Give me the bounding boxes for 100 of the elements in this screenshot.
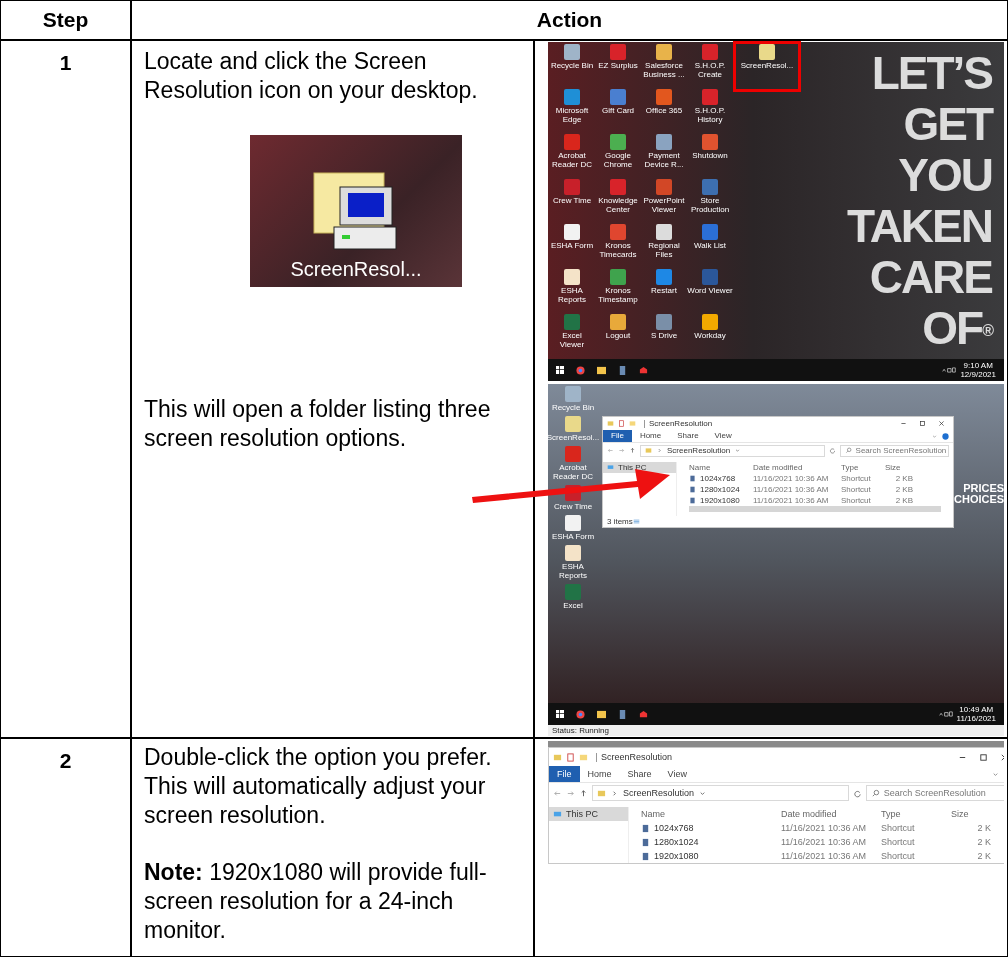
- file-name[interactable]: 1024x768: [641, 823, 781, 833]
- horizontal-scrollbar[interactable]: [689, 506, 941, 512]
- file-name[interactable]: 1280x1024: [689, 485, 753, 494]
- app-icon[interactable]: [702, 89, 718, 105]
- app-icon[interactable]: [610, 89, 626, 105]
- back-arrow-icon: [607, 447, 614, 454]
- app-icon[interactable]: [610, 224, 626, 240]
- icon-label: Word Viewer: [687, 286, 733, 295]
- checklist-icon: [618, 420, 625, 427]
- checklist-icon: [566, 752, 575, 762]
- column-header[interactable]: Name: [689, 463, 753, 472]
- app-icon[interactable]: [702, 179, 718, 195]
- folder-icon: [579, 752, 588, 762]
- app-icon[interactable]: [610, 314, 626, 330]
- file-type: Shortcut: [841, 496, 872, 505]
- chevron-right-icon: [656, 447, 663, 454]
- box-icon: [639, 709, 648, 719]
- app-icon[interactable]: [565, 386, 581, 402]
- app-icon[interactable]: [702, 269, 718, 285]
- app-icon[interactable]: [565, 545, 581, 561]
- ribbon-tab[interactable]: File: [603, 430, 632, 442]
- icon-label: Kronos Timestamp: [597, 286, 639, 304]
- file-size: 2 KB: [894, 485, 913, 494]
- column-header[interactable]: Size: [885, 463, 913, 472]
- icon-label: Acrobat Reader DC: [551, 151, 593, 169]
- app-icon[interactable]: [564, 269, 580, 285]
- column-header[interactable]: Date modified: [753, 463, 841, 472]
- app-icon[interactable]: [564, 179, 580, 195]
- ribbon-tab[interactable]: Home: [579, 766, 620, 782]
- app-icon[interactable]: [564, 314, 580, 330]
- ribbon-tab[interactable]: View: [706, 430, 740, 442]
- wallpaper-slogan: GET: [903, 99, 992, 150]
- icon-label: Regional Files: [647, 241, 681, 259]
- column-header[interactable]: Type: [841, 463, 885, 472]
- nav-item[interactable]: This PC: [549, 807, 628, 821]
- app-icon[interactable]: [564, 89, 580, 105]
- app-icon[interactable]: [656, 134, 672, 150]
- app-icon[interactable]: [564, 224, 580, 240]
- app-icon[interactable]: [565, 416, 581, 432]
- app-icon[interactable]: [564, 44, 580, 60]
- icon-label: EZ Surplus: [598, 61, 638, 70]
- app-icon[interactable]: [656, 44, 672, 60]
- wallpaper-slogan: TAKEN: [846, 201, 992, 252]
- app-icon[interactable]: [702, 314, 718, 330]
- file-name[interactable]: 1920x1080: [641, 851, 781, 861]
- ribbon-tab[interactable]: Share: [619, 766, 660, 782]
- up-arrow-icon: [579, 788, 588, 798]
- window-title: ScreenResolution: [644, 419, 713, 428]
- file-type: Shortcut: [881, 851, 916, 861]
- ribbon-tab[interactable]: File: [549, 766, 580, 782]
- app-icon[interactable]: [702, 134, 718, 150]
- monitor-icon: [607, 464, 614, 471]
- calculator-icon: [618, 365, 627, 375]
- app-icon[interactable]: [564, 134, 580, 150]
- search-field[interactable]: Search ScreenResolution: [865, 785, 1004, 801]
- search-field[interactable]: Search ScreenResolution: [839, 444, 949, 457]
- box-icon: [639, 365, 648, 375]
- ribbon-tab[interactable]: Share: [669, 430, 707, 442]
- folder-icon: [597, 788, 606, 798]
- address-bar[interactable]: ScreenResolution: [640, 444, 825, 457]
- app-icon[interactable]: [656, 269, 672, 285]
- nav-item[interactable]: This PC: [603, 462, 676, 473]
- search-placeholder: Search ScreenResolution: [855, 446, 947, 455]
- icon-label: ESHA Reports: [558, 562, 588, 580]
- note-text: Note: 1920x1080 will provide full-screen resolution for a 24-inch monitor.: [144, 858, 488, 945]
- file-size: 2 K: [976, 851, 991, 861]
- file-date: 11/16/2021 10:36 AM: [781, 823, 867, 833]
- app-icon[interactable]: [656, 89, 672, 105]
- ribbon-tab[interactable]: Home: [631, 430, 670, 442]
- app-icon[interactable]: [702, 44, 718, 60]
- app-icon[interactable]: [610, 134, 626, 150]
- app-icon[interactable]: [565, 584, 581, 600]
- step-number: 2: [59, 748, 72, 774]
- column-header[interactable]: Name: [641, 809, 781, 819]
- icon-label: Restart: [651, 286, 677, 295]
- file-name[interactable]: 1920x1080: [689, 496, 753, 505]
- file-size: 2 KB: [894, 474, 913, 483]
- address-bar[interactable]: ScreenResolution: [592, 785, 849, 801]
- app-icon[interactable]: [610, 269, 626, 285]
- app-icon[interactable]: [565, 446, 581, 462]
- column-header[interactable]: Size: [951, 809, 991, 819]
- app-icon[interactable]: [702, 224, 718, 240]
- column-header[interactable]: Type: [881, 809, 951, 819]
- calculator-icon: [618, 709, 627, 719]
- app-icon[interactable]: [656, 179, 672, 195]
- app-icon[interactable]: [565, 515, 581, 531]
- app-icon[interactable]: [759, 44, 775, 60]
- app-icon[interactable]: [656, 314, 672, 330]
- icon-label: Acrobat Reader DC: [552, 463, 594, 481]
- ribbon-tab[interactable]: View: [659, 766, 695, 782]
- refresh-icon: [852, 788, 862, 798]
- refresh-icon: [828, 447, 836, 454]
- app-icon[interactable]: [610, 179, 626, 195]
- app-icon[interactable]: [656, 224, 672, 240]
- icon-label: Office 365: [645, 106, 683, 115]
- file-name[interactable]: 1024x768: [689, 474, 753, 483]
- app-icon[interactable]: [610, 44, 626, 60]
- file-name[interactable]: 1280x1024: [641, 837, 781, 847]
- icon-label: ESHA Form: [551, 532, 595, 541]
- column-header[interactable]: Date modified: [781, 809, 881, 819]
